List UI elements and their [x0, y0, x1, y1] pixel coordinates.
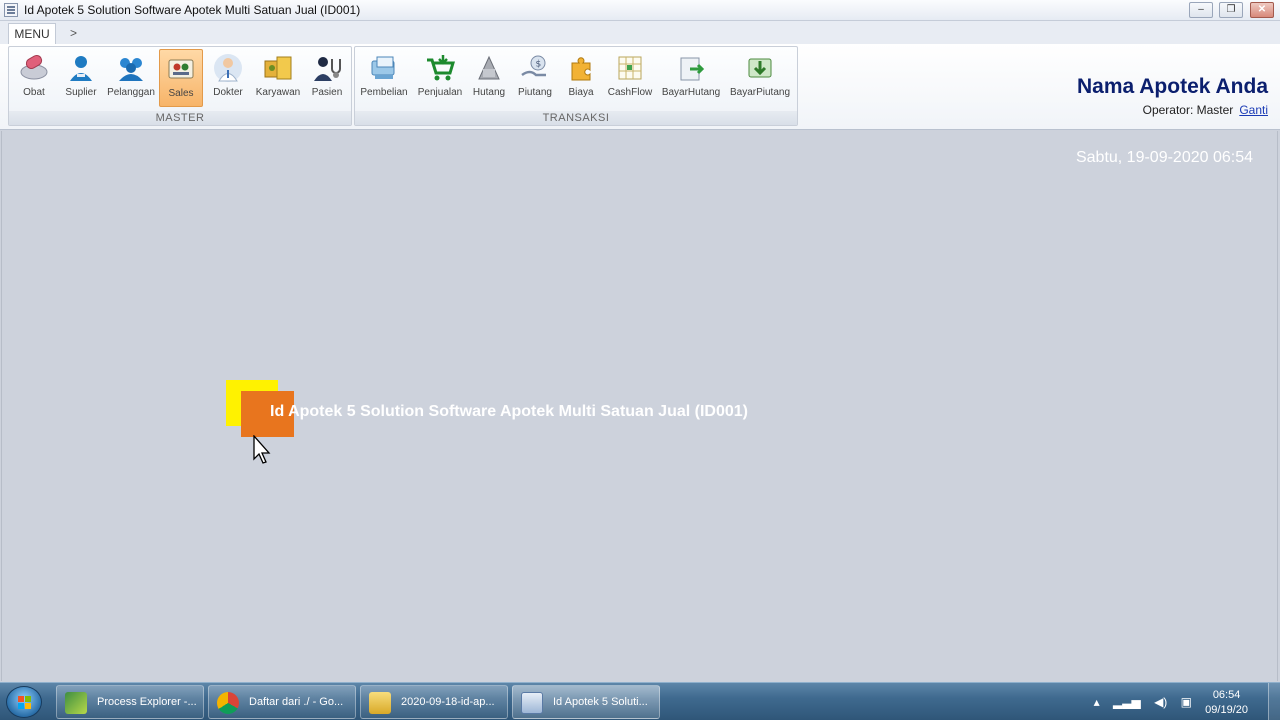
cart-icon: [425, 53, 456, 83]
ribbon-label: Pasien: [311, 87, 343, 98]
taskbar: Process Explorer -... Daftar dari ./ - G…: [0, 682, 1280, 720]
taskbar-item-label: Process Explorer -...: [97, 696, 197, 708]
ribbon-group-label-transaksi: TRANSAKSI: [355, 111, 797, 125]
volume-icon[interactable]: ◀): [1154, 695, 1167, 709]
app-icon[interactable]: [4, 3, 18, 17]
mouse-cursor-icon: [252, 434, 272, 468]
ribbon-label: Dokter: [213, 87, 243, 98]
clock-date: 09/19/20: [1205, 704, 1248, 716]
ribbon-group-label-master: MASTER: [9, 111, 351, 125]
splash-title: Id Apotek 5 Solution Software Apotek Mul…: [270, 403, 748, 420]
change-operator-link[interactable]: Ganti: [1239, 103, 1268, 117]
taskbar-item-label: 2020-09-18-id-ap...: [401, 696, 495, 708]
ribbon-button-hutang[interactable]: Hutang: [469, 49, 509, 107]
menu-tab[interactable]: MENU: [8, 23, 56, 45]
cashflow-icon: [615, 53, 645, 83]
ribbon-label: Pembelian: [360, 87, 408, 98]
pay-debt-icon: [676, 53, 706, 83]
employee-icon: [263, 53, 293, 83]
chrome-icon: [217, 692, 239, 714]
tray-icons: ▴ ▂▃▅ ◀) ▣: [1084, 695, 1192, 709]
ribbon-label: CashFlow: [607, 87, 653, 98]
ribbon-button-dokter[interactable]: Dokter: [207, 49, 249, 107]
purchase-icon: [369, 53, 399, 83]
window-title: Id Apotek 5 Solution Software Apotek Mul…: [24, 3, 361, 17]
taskbar-item-chrome[interactable]: Daftar dari ./ - Go...: [208, 685, 356, 719]
taskbar-item-apotek[interactable]: Id Apotek 5 Soluti...: [512, 685, 660, 719]
ribbon-label: Obat: [23, 87, 45, 98]
ribbon-label: Suplier: [65, 87, 97, 98]
ribbon-label: BayarPiutang: [729, 87, 791, 98]
debt-icon: [474, 53, 504, 83]
process-explorer-icon: [65, 692, 87, 714]
ribbon-button-pembelian[interactable]: Pembelian: [357, 49, 411, 107]
network-icon[interactable]: ▂▃▅: [1113, 695, 1141, 709]
expense-icon: [566, 53, 596, 83]
pill-icon: [19, 53, 49, 83]
start-button[interactable]: [6, 686, 42, 718]
clock[interactable]: 06:54 09/19/20: [1205, 688, 1248, 718]
operator-label: Operator: Master: [1142, 103, 1234, 117]
ribbon-label: Pelanggan: [107, 87, 155, 98]
taskbar-item-folder[interactable]: 2020-09-18-id-ap...: [360, 685, 508, 719]
ribbon-group-master: Obat Suplier Pelanggan Sales Dokter Kary…: [8, 46, 352, 126]
ribbon-button-penjualan[interactable]: Penjualan: [413, 49, 467, 107]
store-name: Nama Apotek Anda: [1077, 75, 1268, 98]
ribbon-button-bayarhutang[interactable]: BayarHutang: [659, 49, 723, 107]
ribbon-button-bayarpiutang[interactable]: BayarPiutang: [727, 49, 793, 107]
taskbar-item-label: Id Apotek 5 Soluti...: [553, 696, 648, 708]
windows-logo-icon: [18, 696, 32, 710]
ribbon-button-cashflow[interactable]: CashFlow: [605, 49, 655, 107]
ribbon-button-pelanggan[interactable]: Pelanggan: [105, 49, 157, 107]
sales-icon: [166, 54, 196, 84]
ribbon-button-sales[interactable]: Sales: [159, 49, 203, 107]
ribbon-label: Hutang: [472, 87, 506, 98]
ribbon-button-biaya[interactable]: Biaya: [561, 49, 601, 107]
ribbon-button-karyawan[interactable]: Karyawan: [253, 49, 303, 107]
action-center-icon[interactable]: ▣: [1181, 695, 1192, 709]
close-button[interactable]: ✕: [1250, 2, 1274, 18]
receivable-icon: $: [520, 53, 550, 83]
supplier-icon: [66, 53, 96, 83]
ribbon-label: BayarHutang: [661, 87, 721, 98]
minimize-button[interactable]: –: [1189, 2, 1213, 18]
ribbon-group-transaksi: Pembelian Penjualan Hutang $ Piutang Bia…: [354, 46, 798, 126]
operator-info: Operator: Master Ganti: [1143, 103, 1268, 117]
pay-receivable-icon: [745, 53, 775, 83]
taskbar-item-process-explorer[interactable]: Process Explorer -...: [56, 685, 204, 719]
menu-more-button[interactable]: >: [70, 26, 77, 40]
apotek-app-icon: [521, 692, 543, 714]
clock-time: 06:54: [1212, 689, 1241, 701]
customers-icon: [116, 53, 146, 83]
ribbon-label: Sales: [168, 88, 194, 99]
ribbon-label: Biaya: [568, 87, 594, 98]
ribbon-label: Karyawan: [255, 87, 301, 98]
ribbon-button-piutang[interactable]: $ Piutang: [513, 49, 557, 107]
maximize-button[interactable]: ❐: [1219, 2, 1243, 18]
title-bar: Id Apotek 5 Solution Software Apotek Mul…: [0, 0, 1280, 21]
taskbar-item-label: Daftar dari ./ - Go...: [249, 696, 344, 708]
patient-icon: [312, 53, 342, 83]
ribbon-label: Penjualan: [417, 87, 463, 98]
show-hidden-icons-icon[interactable]: ▴: [1094, 695, 1100, 709]
show-desktop-button[interactable]: [1268, 683, 1280, 720]
ribbon-button-obat[interactable]: Obat: [11, 49, 57, 107]
menu-bar: MENU >: [0, 21, 1280, 45]
svg-text:$: $: [536, 60, 542, 70]
folder-icon: [369, 692, 391, 714]
ribbon-label: Piutang: [518, 87, 552, 98]
doctor-icon: [213, 53, 243, 83]
datetime-display: Sabtu, 19-09-2020 06:54: [1075, 149, 1253, 166]
ribbon-button-pasien[interactable]: Pasien: [307, 49, 347, 107]
ribbon-button-suplier[interactable]: Suplier: [59, 49, 103, 107]
